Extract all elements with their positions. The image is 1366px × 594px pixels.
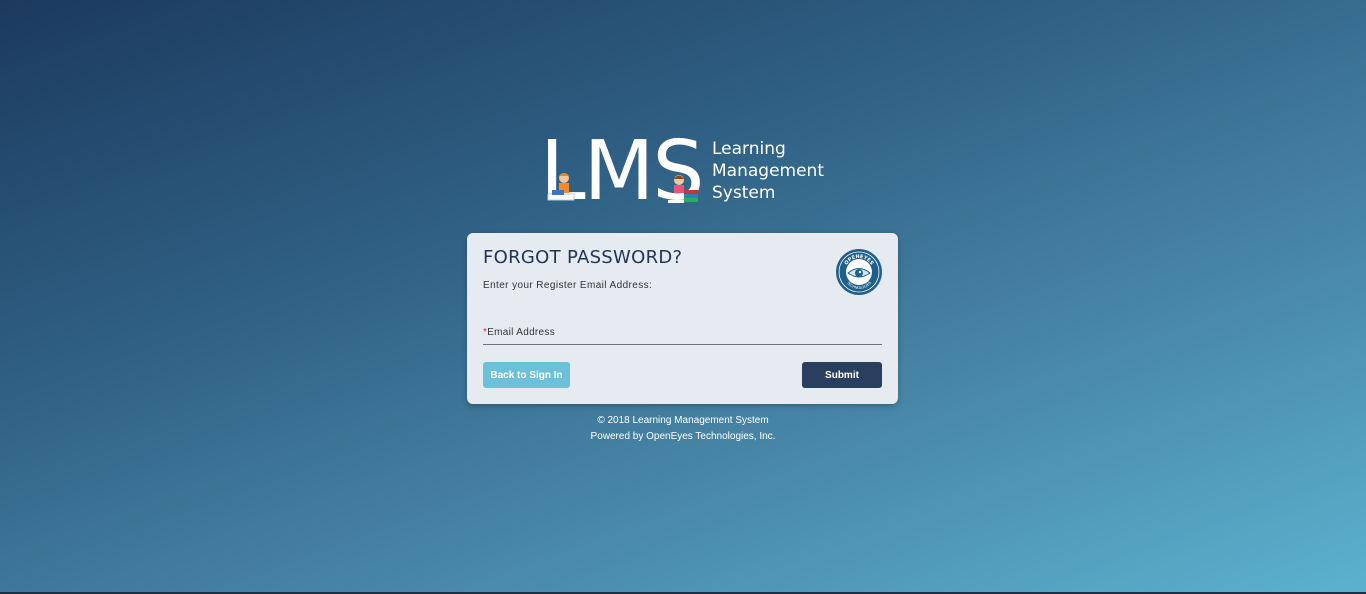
page-title: FORGOT PASSWORD?: [483, 247, 683, 268]
submit-button[interactable]: Submit: [802, 362, 882, 388]
instruction-text: Enter your Register Email Address:: [483, 280, 653, 291]
openeyes-logo-icon: OPENEYES TECHNOLOGIES: [836, 249, 882, 295]
email-field[interactable]: [483, 323, 882, 345]
reading-child-icon: [547, 173, 575, 201]
logo-tagline: Learning Management System: [712, 138, 824, 204]
tagline-line-2: Management: [712, 161, 824, 181]
books-child-icon: [668, 175, 698, 203]
copyright-text: © 2018 Learning Management System: [597, 415, 769, 426]
powered-by-text: Powered by OpenEyes Technologies, Inc.: [590, 431, 776, 442]
lms-logo: LMS Learning Management System: [540, 131, 840, 213]
tagline-line-1: Learning: [712, 139, 786, 159]
footer: © 2018 Learning Management System Powere…: [0, 413, 1366, 445]
back-to-sign-in-button[interactable]: Back to Sign In: [483, 362, 570, 388]
forgot-password-card: FORGOT PASSWORD? Enter your Register Ema…: [467, 233, 898, 404]
tagline-line-3: System: [712, 183, 776, 203]
